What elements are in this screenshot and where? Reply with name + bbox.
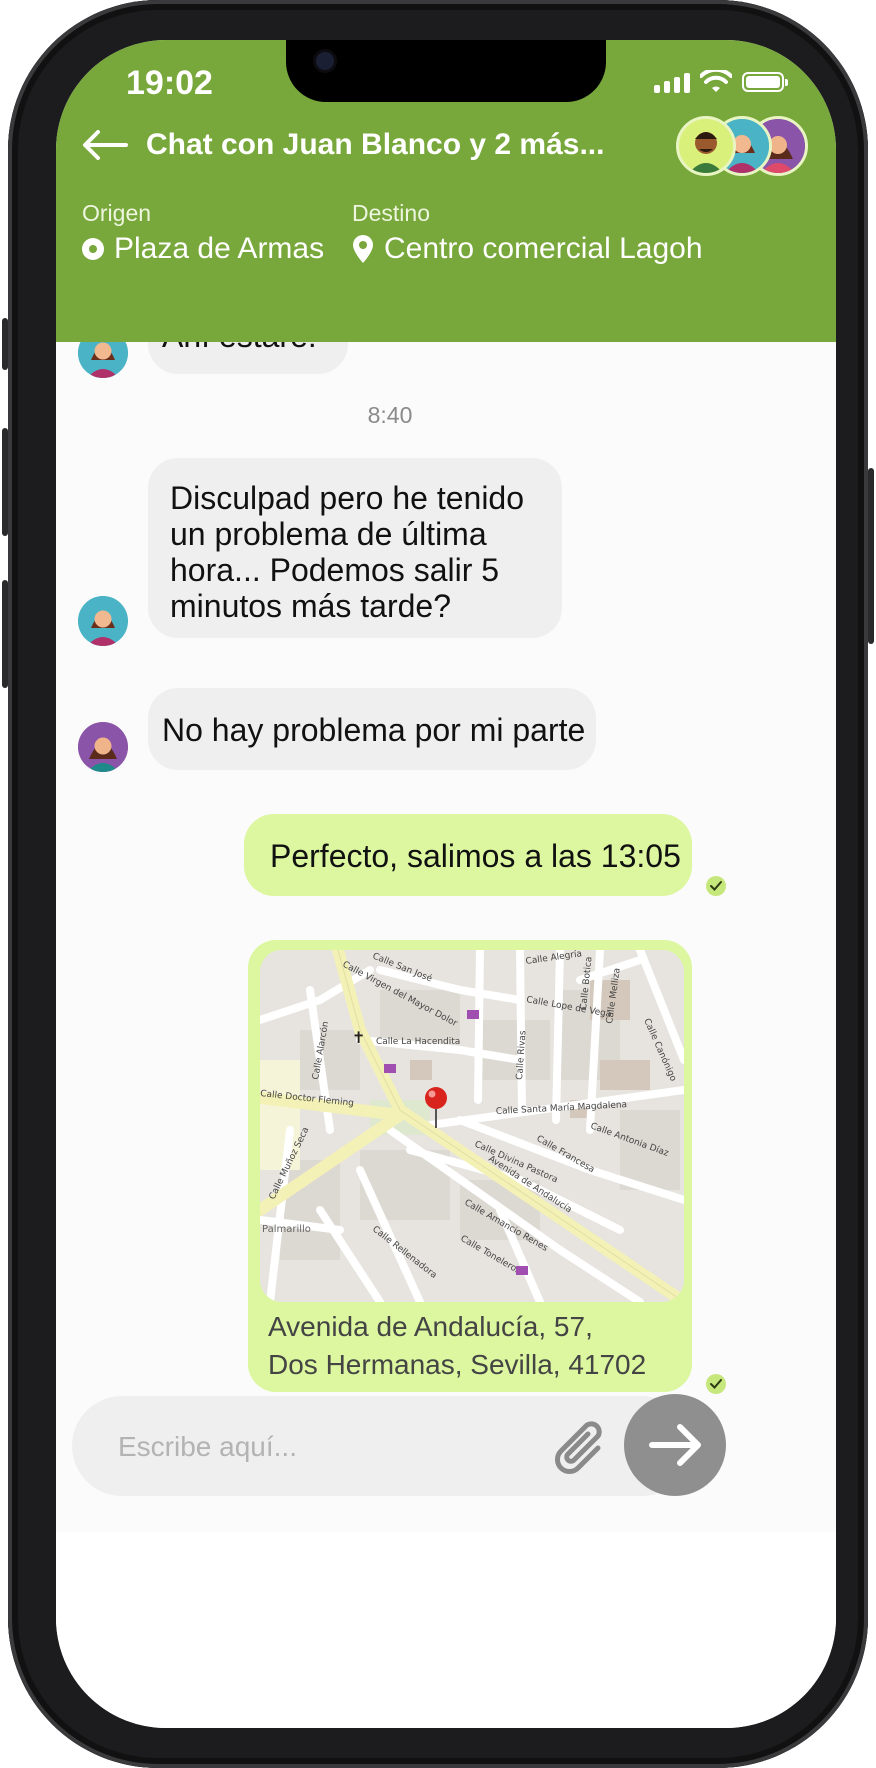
message-bubble-outgoing: Perfecto, salimos a las 13:05 <box>244 814 692 896</box>
message-bubble-location[interactable]: Calle Virgen del Mayor Dolor Calle San J… <box>248 940 692 1392</box>
phone-screen: 19:02 Chat con Juan Blanco y 2 más... Or… <box>56 40 836 1728</box>
read-check-icon <box>706 876 726 896</box>
chat-title[interactable]: Chat con Juan Blanco y 2 más... <box>146 128 604 162</box>
message-text: Perfecto, salimos a las 13:05 <box>270 838 681 874</box>
location-address: Avenida de Andalucía, 57, Dos Hermanas, … <box>268 1308 646 1384</box>
camera-notch <box>286 40 606 102</box>
power-button <box>868 468 874 644</box>
time-separator: 8:40 <box>367 402 413 428</box>
avatar-sender-2 <box>78 342 128 378</box>
map-street-label: Calle La Hacendita <box>376 1037 460 1047</box>
destination-label: Destino <box>352 200 430 226</box>
location-pin-icon <box>353 235 373 263</box>
volume-up-button <box>2 428 8 536</box>
destination-value: Centro comercial Lagoh <box>352 232 703 266</box>
message-text: Disculpad pero he tenido un problema de … <box>170 480 525 624</box>
message-bubble-incoming: Ahí estaré! <box>148 342 348 374</box>
wifi-icon <box>700 70 732 92</box>
message-input[interactable] <box>116 1420 520 1474</box>
mute-switch <box>2 318 8 370</box>
read-check-icon <box>706 1374 726 1394</box>
message-bubble-incoming: Disculpad pero he tenido un problema de … <box>148 458 562 638</box>
map-place-label: Palmarillo <box>262 1224 311 1235</box>
volume-down-button <box>2 580 8 688</box>
home-indicator-area <box>56 1532 836 1728</box>
origin-text: Plaza de Armas <box>114 232 325 265</box>
message-composer <box>72 1396 692 1496</box>
back-arrow-icon[interactable] <box>80 128 130 162</box>
avatar-sender-3 <box>78 722 128 772</box>
send-button[interactable] <box>624 1394 726 1496</box>
destination-text: Centro comercial Lagoh <box>384 232 703 265</box>
arrow-right-icon <box>649 1424 701 1466</box>
status-icons <box>654 70 788 94</box>
avatar-participant-1 <box>676 116 736 176</box>
avatar-sender-2 <box>78 596 128 646</box>
location-map[interactable]: Calle Virgen del Mayor Dolor Calle San J… <box>260 950 684 1302</box>
address-line-2: Dos Hermanas, Sevilla, 41702 <box>268 1349 647 1380</box>
paperclip-icon[interactable] <box>542 1406 622 1486</box>
status-time: 19:02 <box>126 64 213 102</box>
origin-dot-icon <box>82 238 104 260</box>
origin-value: Plaza de Armas <box>82 232 324 266</box>
chat-header: 19:02 Chat con Juan Blanco y 2 más... Or… <box>56 40 836 342</box>
message-list[interactable]: Ahí estaré! 8:40 Disculpad pero he tenid… <box>56 342 836 1432</box>
participants-avatars[interactable] <box>676 116 808 176</box>
message-text: Ahí estaré! <box>162 342 317 354</box>
message-bubble-incoming: No hay problema por mi parte <box>148 688 596 770</box>
message-text: No hay problema por mi parte <box>162 712 586 748</box>
battery-icon <box>742 72 788 92</box>
signal-icon <box>654 71 690 93</box>
church-icon: ✝ <box>352 1028 365 1047</box>
phone-frame: 19:02 Chat con Juan Blanco y 2 más... Or… <box>2 0 874 1768</box>
address-line-1: Avenida de Andalucía, 57, <box>268 1311 593 1342</box>
origin-label: Origen <box>82 200 152 226</box>
